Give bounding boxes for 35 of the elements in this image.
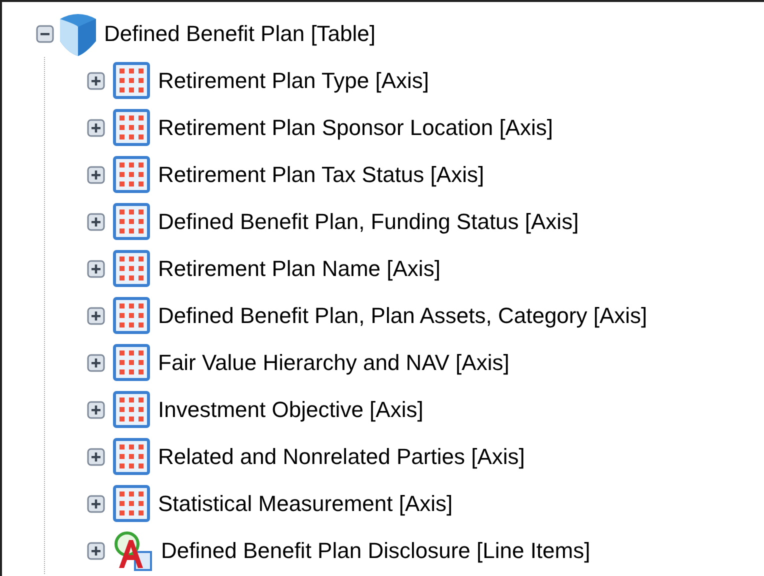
grid-icon — [113, 438, 150, 475]
tree-node-label[interactable]: Fair Value Hierarchy and NAV [Axis] — [158, 346, 510, 379]
tree-node-label[interactable]: Retirement Plan Sponsor Location [Axis] — [158, 111, 553, 144]
expand-icon[interactable] — [87, 260, 105, 278]
tree-node-label[interactable]: Related and Nonrelated Parties [Axis] — [158, 440, 525, 473]
tree-node-label[interactable]: Defined Benefit Plan, Funding Status [Axis] — [158, 205, 579, 238]
expand-icon[interactable] — [87, 542, 105, 560]
tree-node-label[interactable]: Defined Benefit Plan [Table] — [104, 17, 376, 50]
grid-icon — [113, 485, 150, 522]
expand-icon[interactable] — [87, 166, 105, 184]
expand-icon[interactable] — [87, 400, 105, 418]
grid-icon — [113, 297, 150, 334]
tree-node-label[interactable]: Defined Benefit Plan Disclosure [Line Items] — [161, 534, 590, 567]
tree-node-label[interactable]: Retirement Plan Type [Axis] — [158, 64, 430, 97]
tree-node-label[interactable]: Retirement Plan Name [Axis] — [158, 252, 440, 285]
grid-icon — [113, 250, 150, 287]
expand-icon[interactable] — [87, 212, 105, 230]
tree-node-label[interactable]: Statistical Measurement [Axis] — [158, 487, 453, 520]
tree-node-label[interactable]: Investment Objective [Axis] — [158, 393, 424, 426]
grid-icon — [113, 344, 150, 381]
collapse-icon[interactable] — [36, 24, 54, 42]
expand-icon[interactable] — [87, 354, 105, 372]
grid-icon — [113, 156, 150, 193]
tree-node-label[interactable]: Retirement Plan Tax Status [Axis] — [158, 158, 484, 191]
line-items-icon — [113, 530, 153, 572]
grid-icon — [113, 203, 150, 240]
expand-icon[interactable] — [87, 494, 105, 512]
expand-icon[interactable] — [87, 72, 105, 90]
expand-icon[interactable] — [87, 306, 105, 324]
expand-icon[interactable] — [87, 448, 105, 466]
grid-icon — [113, 62, 150, 99]
grid-icon — [113, 391, 150, 428]
expand-icon[interactable] — [87, 118, 105, 136]
grid-icon — [113, 109, 150, 146]
tree-node-label[interactable]: Defined Benefit Plan, Plan Assets, Category [Axis] — [158, 299, 648, 332]
